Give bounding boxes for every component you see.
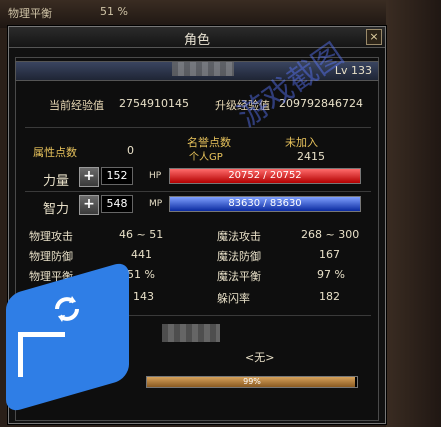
title-label: <无> [245,351,275,364]
strength-plus-button[interactable]: + [79,167,99,187]
personal-gp-label: 个人GP [189,152,223,163]
phys-balance-value: 51 % [127,268,155,281]
magic-attack-label: 魔法攻击 [217,230,261,243]
magic-balance-value: 97 % [317,268,345,281]
current-exp-label: 当前经验值 [49,99,104,112]
background-label: 物理平衡 [8,7,52,20]
charm-bar: 99% [146,376,358,388]
phys-defense-value: 441 [131,248,152,261]
strength-label: 力量 [43,174,70,189]
magic-defense-label: 魔法防御 [217,250,261,263]
background-strip: 物理平衡 51 % [0,0,441,28]
hp-label: HP [149,171,162,181]
attribute-points-label: 属性点数 [33,146,77,159]
current-exp-value: 2754910145 [119,97,189,110]
phys-attack-label: 物理攻击 [29,230,73,243]
intelligence-label: 智力 [43,202,70,217]
badge-corner-mark [18,332,65,377]
dodge-label: 躲闪率 [217,292,250,305]
background-value: 51 % [100,5,128,18]
sync-icon [55,296,79,322]
hit-value: 143 [133,290,154,303]
mp-label: MP [149,199,163,209]
strength-value: 152 [101,167,133,185]
attribute-points-value: 0 [127,144,134,157]
phys-defense-label: 物理防御 [29,250,73,263]
phys-attack-value: 46 ~ 51 [119,228,164,241]
blurred-name [172,62,234,76]
blurred-title-image [162,324,220,342]
intelligence-plus-button[interactable]: + [79,195,99,215]
dodge-value: 182 [319,290,340,303]
intelligence-value: 548 [101,195,133,213]
charm-bar-text: 99% [243,377,261,386]
magic-balance-label: 魔法平衡 [217,270,261,283]
